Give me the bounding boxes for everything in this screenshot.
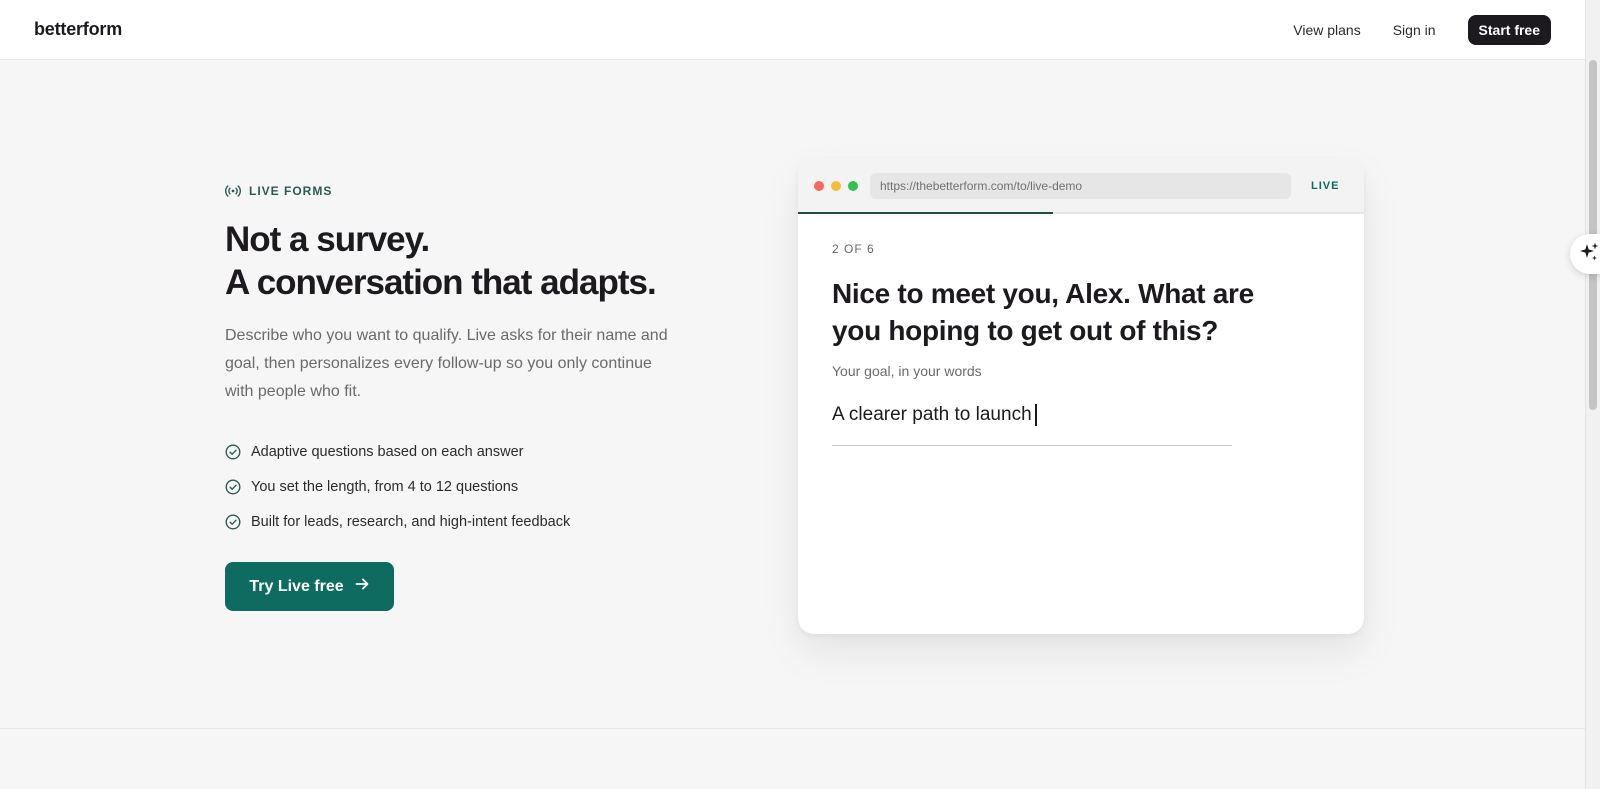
start-free-button[interactable]: Start free	[1467, 14, 1551, 45]
view-plans-link[interactable]: View plans	[1293, 22, 1360, 38]
feature-text: Built for leads, research, and high-inte…	[251, 513, 571, 530]
section-eyebrow: LIVE FORMS	[225, 184, 332, 198]
question-text: Nice to meet you, Alex. What are you hop…	[832, 278, 1254, 346]
cta-label: Try Live free	[249, 577, 344, 595]
nav-links: View plans Sign in Start free	[1261, 14, 1551, 45]
close-dot	[814, 181, 824, 191]
check-circle-icon	[225, 478, 241, 495]
feature-list: Adaptive questions based on each answer …	[225, 434, 570, 539]
maximize-dot	[848, 181, 858, 191]
top-nav: betterform View plans Sign in Start free	[0, 0, 1585, 60]
question-hint: Your goal, in your words	[832, 363, 982, 379]
sign-in-link[interactable]: Sign in	[1393, 22, 1436, 38]
live-badge: LIVE	[1311, 180, 1340, 192]
broadcast-icon	[225, 185, 241, 197]
feature-item: Built for leads, research, and high-inte…	[225, 504, 570, 539]
live-demo-window: https://thebetterform.com/to/live-demo L…	[798, 158, 1364, 634]
hero-headline: Not a survey. A conversation that adapts…	[225, 218, 745, 304]
window-controls	[814, 181, 858, 191]
feature-text: You set the length, from 4 to 12 questio…	[251, 478, 519, 495]
try-live-free-button[interactable]: Try Live free	[225, 562, 394, 611]
feature-item: You set the length, from 4 to 12 questio…	[225, 469, 570, 504]
eyebrow-label: LIVE FORMS	[249, 184, 333, 198]
section-divider	[0, 728, 1585, 729]
minimize-dot	[831, 181, 841, 191]
step-counter: 2 OF 6	[832, 242, 875, 256]
headline-line-1: Not a survey.	[225, 220, 430, 259]
url-bar: https://thebetterform.com/to/live-demo	[870, 173, 1291, 199]
feature-item: Adaptive questions based on each answer	[225, 434, 570, 469]
answer-value: A clearer path to launch	[832, 404, 1032, 425]
check-circle-icon	[225, 443, 241, 460]
progress-fill	[798, 212, 1053, 214]
sparkle-icon	[1578, 241, 1600, 268]
text-caret	[1034, 404, 1037, 426]
arrow-right-icon	[354, 576, 370, 597]
hero-description: Describe who you want to qualify. Live a…	[225, 327, 668, 400]
answer-input[interactable]: A clearer path to launch	[832, 404, 1232, 446]
feature-text: Adaptive questions based on each answer	[251, 443, 524, 460]
assistant-button[interactable]	[1570, 234, 1600, 274]
headline-line-2: A conversation that adapts.	[225, 263, 657, 302]
check-circle-icon	[225, 513, 241, 530]
brand-logo[interactable]: betterform	[34, 19, 122, 40]
browser-chrome: https://thebetterform.com/to/live-demo L…	[798, 158, 1364, 214]
page-scrollbar[interactable]	[1585, 0, 1600, 789]
